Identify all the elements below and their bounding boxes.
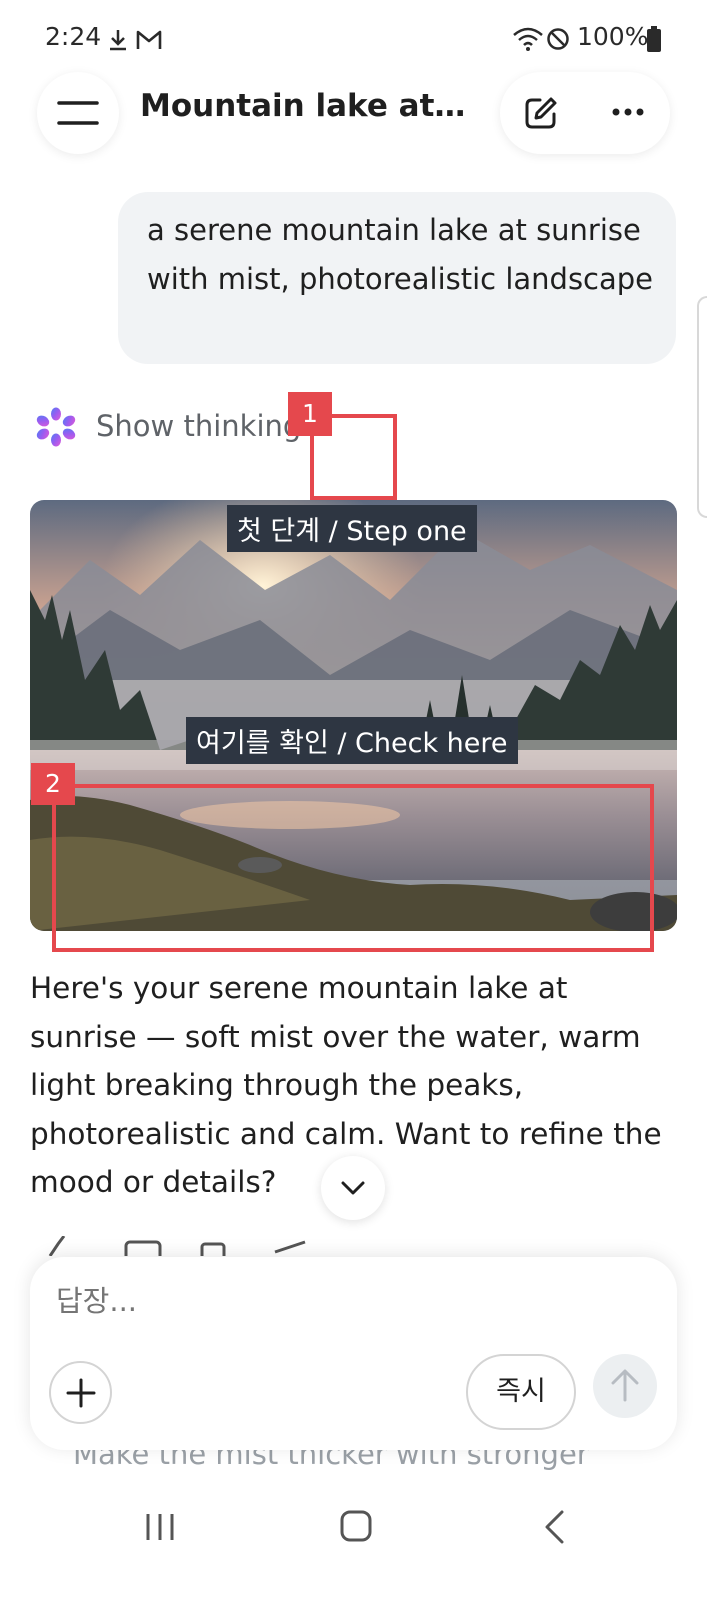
add-attachment-button[interactable] <box>49 1361 112 1424</box>
status-time: 2:24 <box>45 22 102 51</box>
more-options-button[interactable] <box>612 107 644 117</box>
reply-input[interactable] <box>56 1284 476 1318</box>
status-bar: 2:24 100% <box>0 0 720 80</box>
plus-icon <box>66 1378 96 1408</box>
annotation-caption-2: 여기를 확인 / Check here <box>186 717 518 764</box>
annotation-number-1: 1 <box>288 392 332 436</box>
wifi-icon <box>513 27 543 51</box>
page-title: Mountain lake at s... <box>140 88 470 124</box>
battery-percent: 100% <box>577 22 649 51</box>
home-button[interactable] <box>340 1510 372 1542</box>
mode-button[interactable]: 즉시 <box>466 1354 576 1430</box>
system-nav-bar <box>0 1480 720 1600</box>
response-actions-row <box>30 1236 330 1256</box>
arrow-up-icon <box>611 1369 639 1402</box>
do-not-disturb-icon <box>547 28 569 50</box>
chevron-down-icon <box>341 1181 365 1195</box>
new-chat-button[interactable] <box>524 96 558 130</box>
download-icon <box>110 30 126 51</box>
thinking-sparkle-icon[interactable] <box>35 406 77 448</box>
response-action-icons[interactable] <box>30 1236 330 1256</box>
scroll-to-bottom-button[interactable] <box>321 1156 385 1220</box>
user-message-text: a serene mountain lake at sunrise with m… <box>147 213 654 296</box>
back-button[interactable] <box>543 1510 565 1544</box>
hamburger-icon <box>57 101 99 125</box>
annotation-box-2 <box>52 784 654 952</box>
battery-icon <box>647 26 661 52</box>
menu-button[interactable] <box>37 72 119 154</box>
recent-apps-button[interactable] <box>145 1512 175 1542</box>
annotation-caption-1: 첫 단계 / Step one <box>227 505 477 552</box>
show-thinking-button[interactable]: Show thinking <box>96 409 301 443</box>
gmail-icon <box>136 30 162 49</box>
scroll-indicator[interactable] <box>697 296 707 518</box>
header-actions <box>500 72 670 154</box>
annotation-number-2: 2 <box>31 763 75 805</box>
send-button[interactable] <box>593 1354 657 1418</box>
